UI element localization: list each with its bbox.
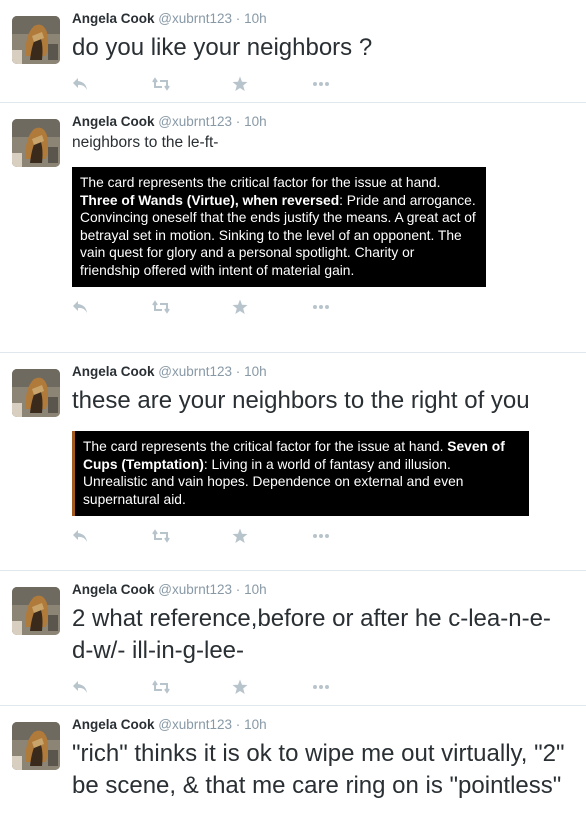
tweet-header: Angela Cook @xubrnt123 · 10h: [72, 363, 574, 381]
author-handle[interactable]: @xubrnt123: [158, 11, 232, 26]
reply-icon[interactable]: [72, 677, 152, 697]
favorite-icon[interactable]: [232, 74, 312, 94]
avatar[interactable]: [12, 16, 60, 64]
tweet-actions: [72, 516, 574, 556]
separator: ·: [235, 717, 241, 732]
favorite-icon[interactable]: [232, 677, 312, 697]
avatar[interactable]: [12, 722, 60, 770]
author-handle[interactable]: @xubrnt123: [158, 582, 232, 597]
tweet[interactable]: Angela Cook @xubrnt123 · 10h neighbors t…: [0, 103, 586, 353]
card-title: Three of Wands (Virtue), when reversed: [80, 192, 340, 208]
timestamp[interactable]: 10h: [244, 11, 267, 26]
tweet-actions: [72, 64, 574, 102]
author-handle[interactable]: @xubrnt123: [158, 717, 232, 732]
retweet-icon[interactable]: [152, 74, 232, 94]
reply-icon[interactable]: [72, 74, 152, 94]
author-name[interactable]: Angela Cook: [72, 364, 155, 379]
tweet-header: Angela Cook @xubrnt123 · 10h: [72, 581, 574, 599]
timestamp[interactable]: 10h: [244, 364, 267, 379]
tarot-card-image[interactable]: The card represents the critical factor …: [72, 431, 529, 516]
separator: ·: [235, 582, 241, 597]
retweet-icon[interactable]: [152, 677, 232, 697]
tweet-text: do you like your neighbors ?: [72, 34, 373, 61]
tweet-header: Angela Cook @xubrnt123 · 10h: [72, 10, 574, 28]
tweet-actions: [72, 667, 574, 705]
author-handle[interactable]: @xubrnt123: [158, 114, 232, 129]
author-name[interactable]: Angela Cook: [72, 582, 155, 597]
tweet-header: Angela Cook @xubrnt123 · 10h: [72, 716, 574, 734]
tweet-text: 2 what reference,before or after he c-le…: [72, 605, 551, 664]
timestamp[interactable]: 10h: [244, 717, 267, 732]
separator: ·: [235, 364, 241, 379]
more-icon[interactable]: [312, 526, 392, 546]
timestamp[interactable]: 10h: [244, 582, 267, 597]
reply-icon[interactable]: [72, 297, 152, 317]
favorite-icon[interactable]: [232, 297, 312, 317]
retweet-icon[interactable]: [152, 526, 232, 546]
author-name[interactable]: Angela Cook: [72, 11, 155, 26]
tweet-header: Angela Cook @xubrnt123 · 10h: [72, 113, 574, 131]
more-icon[interactable]: [312, 677, 392, 697]
tweet-text: "rich" thinks it is ok to wipe me out vi…: [72, 740, 565, 799]
author-name[interactable]: Angela Cook: [72, 114, 155, 129]
avatar[interactable]: [12, 369, 60, 417]
tweet-actions: [72, 287, 574, 327]
tweet-text: neighbors to the le-ft-: [72, 134, 219, 151]
more-icon[interactable]: [312, 74, 392, 94]
retweet-icon[interactable]: [152, 297, 232, 317]
card-intro: The card represents the critical factor …: [83, 439, 444, 454]
avatar[interactable]: [12, 587, 60, 635]
card-intro: The card represents the critical factor …: [80, 175, 441, 190]
tarot-card-image[interactable]: The card represents the critical factor …: [72, 167, 486, 287]
tweet[interactable]: Angela Cook @xubrnt123 · 10h these are y…: [0, 353, 586, 571]
author-handle[interactable]: @xubrnt123: [158, 364, 232, 379]
reply-icon[interactable]: [72, 526, 152, 546]
tweet[interactable]: Angela Cook @xubrnt123 · 10h "rich" thin…: [0, 706, 586, 832]
avatar[interactable]: [12, 119, 60, 167]
timestamp[interactable]: 10h: [244, 114, 267, 129]
separator: ·: [235, 11, 241, 26]
tweet[interactable]: Angela Cook @xubrnt123 · 10h do you like…: [0, 0, 586, 103]
more-icon[interactable]: [312, 297, 392, 317]
tweet[interactable]: Angela Cook @xubrnt123 · 10h 2 what refe…: [0, 571, 586, 706]
tweet-text: these are your neighbors to the right of…: [72, 387, 530, 414]
author-name[interactable]: Angela Cook: [72, 717, 155, 732]
separator: ·: [235, 114, 241, 129]
favorite-icon[interactable]: [232, 526, 312, 546]
